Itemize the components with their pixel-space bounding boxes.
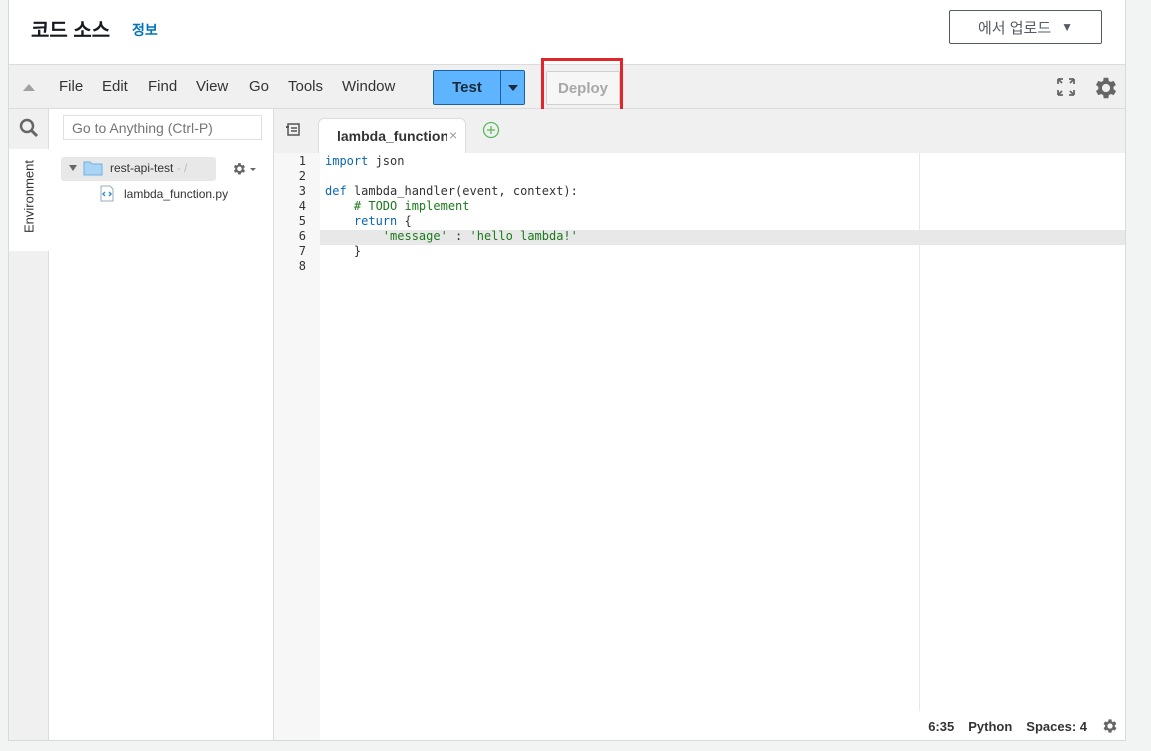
upload-from-label: 에서 업로드	[977, 19, 1052, 37]
goto-anything-input[interactable]	[63, 115, 262, 140]
code-string: 'message'	[382, 229, 448, 243]
code-area[interactable]: import json def lambda_handler(event, co…	[320, 153, 1125, 740]
menu-view[interactable]: View	[196, 78, 228, 95]
tree-root-folder[interactable]: rest-api-test - /	[61, 157, 216, 181]
code-keyword: import	[325, 154, 369, 168]
menu-go[interactable]: Go	[249, 78, 269, 95]
menu-file[interactable]: File	[59, 78, 83, 95]
code-line: 'message' : 'hello lambda!'	[325, 229, 578, 243]
test-button[interactable]: Test	[434, 71, 500, 104]
info-link[interactable]: 정보	[132, 20, 158, 40]
code-line: }	[325, 244, 362, 258]
line-number: 7	[298, 244, 306, 258]
code-line: import json	[325, 154, 404, 168]
ide-menubar: File Edit Find View Go Tools Window Test…	[9, 58, 1125, 118]
caret-down-icon: ▼	[1061, 20, 1074, 34]
fullscreen-icon[interactable]	[1057, 78, 1075, 96]
python-file-icon	[100, 185, 114, 202]
line-number: 6	[298, 229, 306, 243]
line-number: 1	[298, 154, 306, 168]
gear-icon[interactable]	[1092, 74, 1120, 102]
line-number: 4	[298, 199, 306, 213]
gear-icon[interactable]	[1101, 717, 1119, 735]
cursor-position[interactable]: 6:35	[928, 719, 954, 734]
menu-find[interactable]: Find	[148, 78, 177, 95]
environment-tab[interactable]: Environment	[9, 149, 49, 251]
code-line: def lambda_handler(event, context):	[325, 184, 578, 198]
code-text: {	[397, 214, 412, 228]
indentation-setting[interactable]: Spaces: 4	[1026, 719, 1087, 734]
tab-lambda-function[interactable]: lambda_function ×	[318, 118, 466, 153]
line-number-gutter: 1 2 3 4 5 6 7 8	[274, 153, 320, 740]
gear-icon[interactable]	[231, 161, 257, 177]
code-line: return {	[325, 214, 412, 228]
code-string: 'hello lambda!'	[469, 229, 578, 243]
caret-down-icon	[507, 84, 518, 91]
tab-label: lambda_function	[337, 128, 447, 144]
editor-tabbar: lambda_function ×	[274, 109, 1125, 153]
upload-from-button[interactable]: 에서 업로드 ▼	[949, 10, 1102, 44]
line-number: 5	[298, 214, 306, 228]
sidebar-tabs: Environment	[9, 109, 49, 740]
chevron-down-icon[interactable]	[69, 165, 77, 171]
code-source-panel: 코드 소스 정보 에서 업로드 ▼ File Edit Find View Go…	[8, 0, 1126, 741]
code-comment: # TODO implement	[325, 199, 470, 213]
code-text: :	[447, 229, 470, 243]
tab-menu-icon[interactable]	[286, 123, 300, 136]
close-icon[interactable]: ×	[449, 127, 457, 143]
code-keyword: def	[325, 184, 347, 198]
code-text: lambda_handler(event, context):	[346, 184, 578, 198]
page-title: 코드 소스	[31, 20, 111, 42]
test-dropdown-button[interactable]	[500, 71, 524, 104]
language-mode[interactable]: Python	[968, 719, 1012, 734]
menu-window[interactable]: Window	[342, 78, 395, 95]
code-editor: lambda_function × 1 2 3 4 5 6 7 8 import…	[274, 109, 1125, 740]
collapse-up-icon[interactable]	[23, 84, 35, 91]
print-margin	[919, 153, 920, 740]
file-tree: rest-api-test - / lambda_function.py	[49, 109, 274, 740]
line-number: 3	[298, 184, 306, 198]
root-folder-path: - /	[173, 161, 188, 175]
line-number: 2	[298, 169, 306, 183]
environment-tab-label: Environment	[21, 160, 37, 233]
root-folder-label: rest-api-test - /	[110, 161, 187, 175]
code-keyword: return	[325, 214, 398, 228]
folder-icon	[83, 161, 103, 176]
search-icon[interactable]	[19, 118, 39, 138]
file-item-label: lambda_function.py	[124, 187, 229, 201]
menu-edit[interactable]: Edit	[102, 78, 128, 95]
code-text: json	[368, 154, 405, 168]
panel-header: 코드 소스 정보 에서 업로드 ▼	[9, 0, 1125, 64]
add-tab-icon[interactable]	[482, 121, 500, 139]
root-folder-name: rest-api-test	[110, 161, 174, 175]
menu-tools[interactable]: Tools	[288, 78, 323, 95]
test-button-group: Test	[433, 70, 525, 105]
line-number: 8	[298, 259, 306, 273]
status-bar: 6:35 Python Spaces: 4	[907, 711, 1125, 740]
